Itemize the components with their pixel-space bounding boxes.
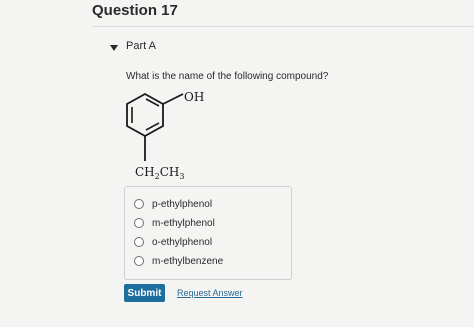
submit-button[interactable]: Submit [124,284,165,302]
option-m-ethylphenol[interactable]: m-ethylphenol [134,216,215,230]
radio-button[interactable] [134,218,144,228]
answer-options: p-ethylphenol m-ethylphenol o-ethylpheno… [124,186,292,280]
option-label: m-ethylbenzene [152,255,224,267]
option-label: m-ethylphenol [152,217,215,229]
radio-button[interactable] [134,256,144,266]
question-prompt: What is the name of the following compou… [126,71,329,82]
part-label: Part A [126,40,156,52]
chemical-structure: OH CH2CH3 [126,90,204,181]
option-label: p-ethylphenol [152,198,213,210]
header-divider [92,26,474,27]
caret-down-icon[interactable] [108,42,120,54]
radio-button[interactable] [134,237,144,247]
option-m-ethylbenzene[interactable]: m-ethylbenzene [134,254,223,268]
hydroxyl-label: OH [184,90,204,104]
option-o-ethylphenol[interactable]: o-ethylphenol [134,235,212,249]
hydroxyl-bond [162,93,184,105]
radio-button[interactable] [134,199,144,209]
question-title: Question 17 [92,2,178,19]
ethyl-label: CH2CH3 [135,165,185,181]
option-label: o-ethylphenol [152,236,213,248]
request-answer-link[interactable]: Request Answer [177,288,243,298]
option-p-ethylphenol[interactable]: p-ethylphenol [134,197,212,211]
